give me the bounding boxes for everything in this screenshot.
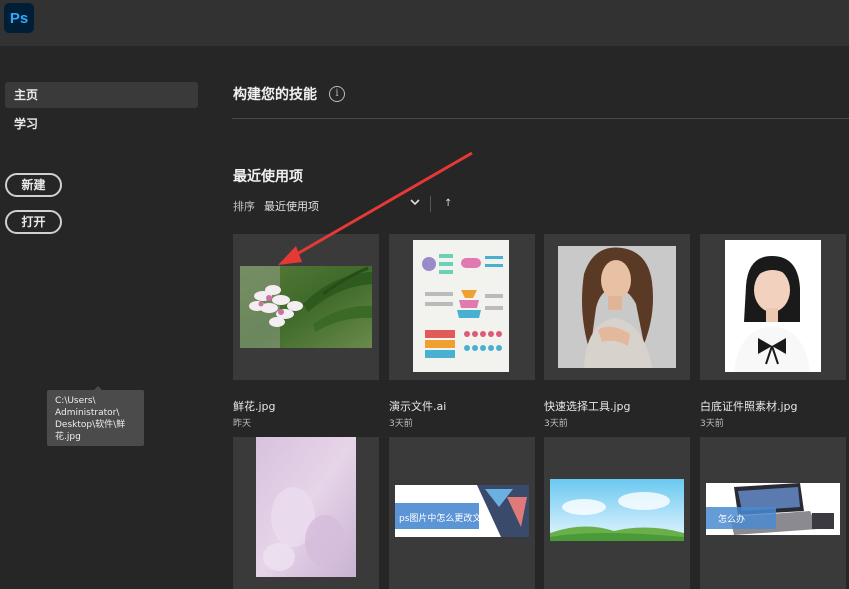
main-content: 构建您的技能 i 最近使用项 排序 最近使用项 ↑ 鲜花.jpg 昨天 演示文件… [210, 46, 849, 589]
flower-thumbnail [240, 266, 372, 348]
sort-dropdown[interactable]: 最近使用项 [264, 198, 319, 214]
divider [232, 118, 849, 119]
sort-separator [430, 196, 431, 212]
recent-file-card[interactable] [233, 234, 379, 380]
thumbnail-caption: 怎么办 [718, 513, 745, 525]
thumbnail-caption: ps图片中怎么更改文字 [399, 512, 490, 524]
text-edit-thumbnail: ps图片中怎么更改文字 [395, 485, 529, 537]
portrait-thumbnail [558, 246, 676, 368]
sidebar: 主页 学习 新建 打开 [0, 46, 210, 589]
file-date: 3天前 [544, 419, 568, 429]
file-date: 昨天 [233, 419, 252, 429]
recent-file-card[interactable] [233, 437, 379, 589]
info-icon[interactable]: i [329, 86, 345, 102]
recent-file-card[interactable] [544, 234, 690, 380]
photoshop-logo-icon: Ps [4, 3, 34, 33]
recent-file-card[interactable]: ps图片中怎么更改文字 [389, 437, 535, 589]
sort-direction-icon[interactable]: ↑ [444, 198, 452, 209]
laptop-thumbnail: 怎么办 [706, 483, 840, 535]
sidebar-item-home[interactable]: 主页 [5, 82, 198, 108]
file-date: 3天前 [700, 419, 724, 429]
file-name[interactable]: 白底证件照素材.jpg [700, 398, 798, 414]
sort-label: 排序 [233, 200, 255, 213]
file-name[interactable]: 演示文件.ai [389, 398, 446, 414]
recent-heading: 最近使用项 [233, 169, 303, 185]
chevron-down-icon[interactable] [409, 196, 421, 208]
file-name[interactable]: 鲜花.jpg [233, 398, 276, 414]
sidebar-item-learn[interactable]: 学习 [5, 111, 198, 137]
skills-heading: 构建您的技能 [233, 87, 317, 103]
file-name[interactable]: 快速选择工具.jpg [544, 398, 631, 414]
recent-file-card[interactable] [389, 234, 535, 380]
id-photo-thumbnail [725, 240, 821, 372]
sky-thumbnail [550, 479, 684, 541]
new-button[interactable]: 新建 [5, 173, 62, 197]
top-bar: Ps [0, 0, 849, 46]
recent-file-card[interactable] [544, 437, 690, 589]
recent-file-card[interactable]: 怎么办 [700, 437, 846, 589]
open-button[interactable]: 打开 [5, 210, 62, 234]
recent-file-card[interactable] [700, 234, 846, 380]
pastel-fabric-thumbnail [256, 437, 356, 577]
infographic-thumbnail [413, 240, 509, 372]
file-date: 3天前 [389, 419, 413, 429]
file-path-tooltip: C:\Users\ Administrator\ Desktop\软件\鲜花.j… [47, 390, 144, 446]
